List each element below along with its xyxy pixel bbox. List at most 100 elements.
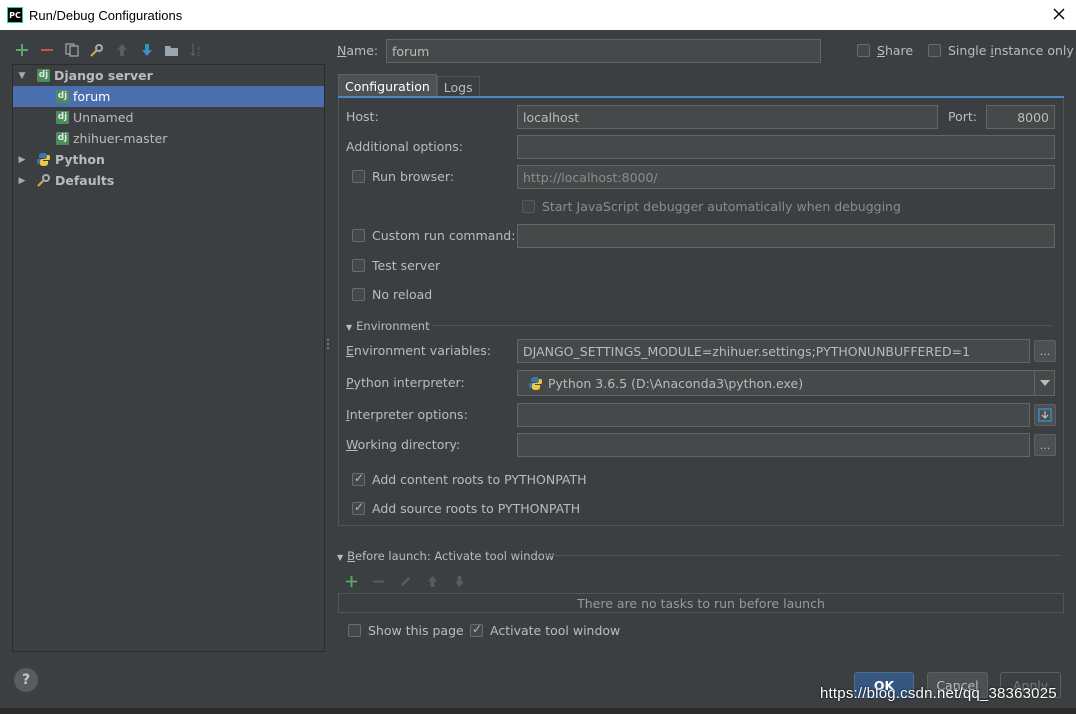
host-input[interactable]: localhost [517, 105, 938, 129]
activate-tool-window-checkbox[interactable] [470, 622, 483, 637]
interpreter-value: Python 3.6.5 (D:\Anaconda3\python.exe) [548, 375, 804, 391]
additional-options-input[interactable] [517, 135, 1055, 159]
remove-task-icon[interactable] [369, 572, 388, 591]
svg-text:z: z [197, 51, 200, 57]
add-icon[interactable] [12, 41, 31, 60]
window-title: Run/Debug Configurations [29, 7, 183, 23]
expand-editor-button[interactable] [1034, 404, 1056, 426]
tab-underline [338, 96, 1064, 98]
show-page-label: Show this page [368, 623, 464, 638]
env-vars-browse-button[interactable]: ... [1034, 340, 1056, 362]
add-task-icon[interactable] [342, 572, 361, 591]
name-label: Name: [337, 43, 379, 58]
tab-configuration[interactable]: Configuration [338, 74, 437, 98]
test-server-label: Test server [372, 258, 441, 273]
run-browser-url-input[interactable]: http://localhost:8000/ [517, 165, 1055, 189]
close-icon[interactable] [1050, 5, 1068, 23]
environment-section-header[interactable]: ▼ Environment [346, 319, 430, 333]
tree-item-label: Unnamed [73, 110, 134, 125]
custom-run-label: Custom run command: [372, 228, 516, 243]
port-input[interactable]: 8000 [986, 105, 1055, 129]
move-task-down-icon[interactable] [450, 572, 469, 591]
env-vars-input[interactable]: DJANGO_SETTINGS_MODULE=zhihuer.settings;… [517, 339, 1030, 363]
host-label: Host: [346, 109, 379, 124]
run-browser-checkbox[interactable] [352, 170, 365, 183]
pycharm-icon: PC [7, 7, 23, 23]
interpreter-options-label: Interpreter options: [346, 407, 468, 422]
interpreter-options-input[interactable] [517, 403, 1030, 427]
python-interpreter-label: Python interpreter: [346, 375, 465, 390]
activate-tool-window-label: Activate tool window [490, 623, 621, 638]
django-icon: dj [56, 111, 69, 124]
title-bar: PC Run/Debug Configurations [0, 0, 1076, 30]
collapse-icon: ▼ [337, 553, 344, 562]
config-tree: ▼ dj Django server dj forum dj Unnamed d… [12, 64, 325, 652]
chevron-down-icon[interactable] [1034, 371, 1054, 395]
edit-task-icon[interactable] [396, 572, 415, 591]
working-directory-browse-button[interactable]: ... [1034, 434, 1056, 456]
splitter-handle[interactable] [326, 338, 330, 352]
working-directory-input[interactable] [517, 433, 1030, 457]
test-server-checkbox[interactable] [352, 259, 365, 272]
django-icon: dj [56, 132, 69, 145]
tree-item-python[interactable]: ▶ Python [13, 149, 324, 170]
before-launch-header[interactable]: ▼ Before launch: Activate tool window [337, 549, 554, 563]
tree-item-label: Django server [54, 68, 153, 83]
before-launch-toolbar [342, 572, 469, 591]
move-task-up-icon[interactable] [423, 572, 442, 591]
remove-icon[interactable] [37, 41, 56, 60]
tree-item-label: forum [73, 89, 111, 104]
tree-item-defaults[interactable]: ▶ Defaults [13, 170, 324, 191]
python-icon [37, 153, 50, 166]
folder-icon[interactable] [162, 41, 181, 60]
tree-item-zhihuer-master[interactable]: dj zhihuer-master [13, 128, 324, 149]
expand-icon [1038, 408, 1052, 422]
help-button[interactable]: ? [14, 668, 38, 692]
tab-logs[interactable]: Logs [436, 76, 480, 98]
expand-down-icon[interactable]: ▼ [17, 71, 27, 81]
expand-right-icon[interactable]: ▶ [17, 155, 27, 165]
sort-icon[interactable]: az [187, 41, 206, 60]
empty-tasks-text: There are no tasks to run before launch [577, 595, 825, 611]
run-browser-label: Run browser: [372, 169, 454, 184]
config-toolbar: az [12, 40, 206, 60]
source-roots-checkbox[interactable] [352, 500, 365, 515]
before-launch-divider [546, 555, 1060, 556]
configuration-panel [338, 97, 1064, 526]
tree-item-unnamed[interactable]: dj Unnamed [13, 107, 324, 128]
working-directory-label: Working directory: [346, 437, 461, 452]
tree-item-label: Defaults [55, 173, 115, 188]
wrench-icon[interactable] [87, 41, 106, 60]
no-reload-checkbox[interactable] [352, 288, 365, 301]
show-page-checkbox[interactable] [348, 624, 361, 637]
custom-run-checkbox[interactable] [352, 229, 365, 242]
env-vars-label: Environment variables: [346, 343, 491, 358]
collapse-icon: ▼ [346, 323, 353, 332]
content-roots-label: Add content roots to PYTHONPATH [372, 472, 587, 487]
name-input[interactable]: forum [386, 39, 821, 63]
wrench-icon [37, 174, 50, 187]
single-instance-checkbox[interactable] [928, 44, 941, 57]
python-interpreter-select[interactable]: Python 3.6.5 (D:\Anaconda3\python.exe) [517, 370, 1055, 396]
share-checkbox[interactable] [857, 44, 870, 57]
expand-right-icon[interactable]: ▶ [17, 176, 27, 186]
no-reload-label: No reload [372, 287, 433, 302]
custom-run-input[interactable] [517, 224, 1055, 248]
js-debugger-checkbox[interactable] [522, 200, 535, 213]
tree-item-django-server[interactable]: ▼ dj Django server [13, 65, 324, 86]
tree-item-label: Python [55, 152, 105, 167]
js-debugger-label: Start JavaScript debugger automatically … [542, 199, 901, 214]
background-editor-strip [0, 708, 1076, 714]
move-down-icon[interactable] [137, 41, 156, 60]
additional-options-label: Additional options: [346, 139, 463, 154]
source-roots-label: Add source roots to PYTHONPATH [372, 501, 581, 516]
python-icon [529, 376, 542, 390]
tree-item-forum[interactable]: dj forum [13, 86, 324, 107]
copy-icon[interactable] [62, 41, 81, 60]
config-tabs: Configuration Logs [338, 74, 480, 98]
content-roots-checkbox[interactable] [352, 471, 365, 486]
watermark-text: https://blog.csdn.net/qq_38363025 [820, 685, 1057, 702]
move-up-icon[interactable] [112, 41, 131, 60]
django-icon: dj [37, 69, 50, 82]
share-label: Share [877, 43, 914, 58]
